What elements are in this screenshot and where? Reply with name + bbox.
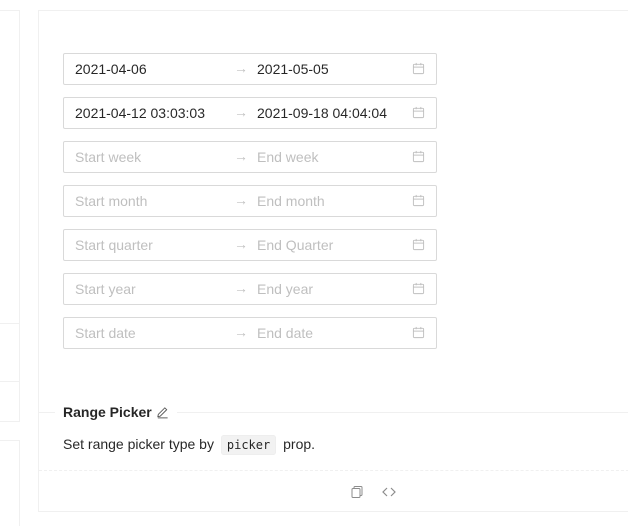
calendar-icon [412,106,425,119]
desc-text-before: Set range picker type by [63,436,214,452]
page: 2021-04-06 → 2021-05-05 2021-04-12 03:03… [0,0,628,526]
demo-card: 2021-04-06 → 2021-05-05 2021-04-12 03:03… [38,10,628,512]
calendar-icon [412,282,425,295]
calendar-icon [412,62,425,75]
range-start-input[interactable]: 2021-04-06 [75,61,225,77]
left-divider [0,381,20,382]
range-start-input[interactable]: 2021-04-12 03:03:03 [75,105,225,121]
range-picker-quarter[interactable]: Start quarter → End Quarter [63,229,437,261]
range-end-input[interactable]: End date [257,325,407,341]
calendar-icon [412,194,425,207]
arrow-right-icon: → [234,192,248,208]
arrow-right-icon: → [234,104,248,120]
arrow-right-icon: → [234,236,248,252]
demo-description: Set range picker type by picker prop. [63,435,316,455]
left-divider [0,323,20,324]
code-icon[interactable] [381,484,397,500]
range-picker-month[interactable]: Start month → End month [63,185,437,217]
calendar-icon [412,326,425,339]
arrow-right-icon: → [234,280,248,296]
calendar-icon [412,150,425,163]
range-start-input[interactable]: Start week [75,149,225,165]
range-end-input[interactable]: End week [257,149,407,165]
arrow-right-icon: → [234,148,248,164]
range-end-input[interactable]: 2021-09-18 04:04:04 [257,105,407,121]
range-end-input[interactable]: End month [257,193,407,209]
range-start-input[interactable]: Start date [75,325,225,341]
copy-icon[interactable] [349,484,365,500]
range-start-input[interactable]: Start year [75,281,225,297]
arrow-right-icon: → [234,60,248,76]
range-end-input[interactable]: End Quarter [257,237,407,253]
range-picker-date[interactable]: 2021-04-06 → 2021-05-05 [63,53,437,85]
actions-divider [39,470,628,471]
range-picker-date-default[interactable]: Start date → End date [63,317,437,349]
range-end-input[interactable]: End year [257,281,407,297]
demo-title-text: Range Picker [63,404,152,420]
code-actions [349,484,397,500]
range-start-input[interactable]: Start quarter [75,237,225,253]
calendar-icon [412,238,425,251]
arrow-right-icon: → [234,324,248,340]
desc-code: picker [220,435,277,455]
desc-text-after: prop. [283,436,316,452]
edit-icon[interactable] [156,406,169,419]
range-picker-datetime[interactable]: 2021-04-12 03:03:03 → 2021-09-18 04:04:0… [63,97,437,129]
range-picker-week[interactable]: Start week → End week [63,141,437,173]
left-card-fragment [0,10,20,422]
range-end-input[interactable]: 2021-05-05 [257,61,407,77]
range-picker-year[interactable]: Start year → End year [63,273,437,305]
demo-area: 2021-04-06 → 2021-05-05 2021-04-12 03:03… [63,53,437,361]
range-start-input[interactable]: Start month [75,193,225,209]
demo-title: Range Picker [55,404,177,420]
left-card-fragment [0,440,20,526]
